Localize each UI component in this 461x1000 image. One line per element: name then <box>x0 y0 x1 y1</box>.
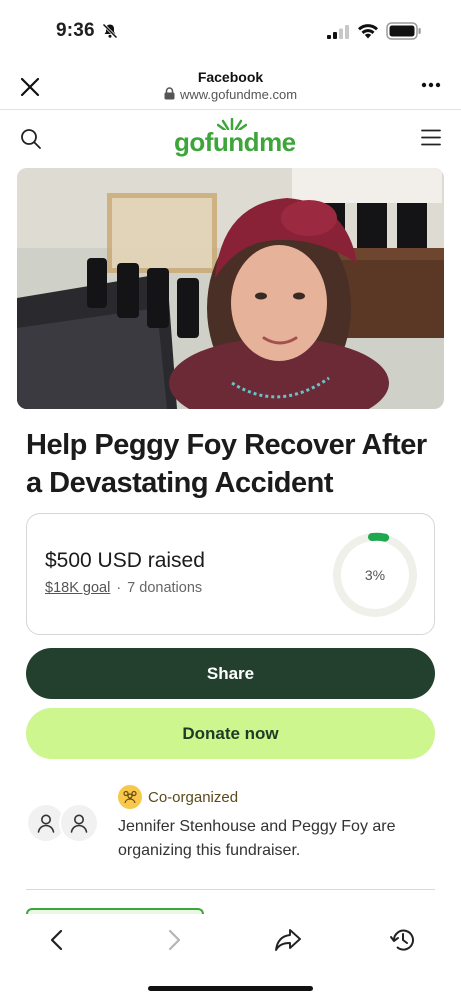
logo-text: gofundme <box>174 127 296 157</box>
gofundme-logo[interactable]: gofundme <box>174 118 296 158</box>
browser-toolbar <box>0 914 461 1000</box>
more-options-icon[interactable] <box>421 82 441 88</box>
browser-url[interactable]: www.gofundme.com <box>0 87 461 102</box>
meta-separator: · <box>116 580 122 596</box>
lock-icon <box>164 87 175 100</box>
browser-url-text: www.gofundme.com <box>179 87 298 102</box>
history-icon[interactable] <box>389 927 417 953</box>
amount-raised: $500 USD raised <box>45 549 205 572</box>
menu-icon[interactable] <box>421 129 441 146</box>
group-icon <box>118 785 142 809</box>
organizers-description: Jennifer Stenhouse and Peggy Foy are org… <box>118 818 396 859</box>
co-organized-badge: Co-organized <box>118 785 238 809</box>
goal-link[interactable]: $18K goal <box>45 580 110 596</box>
donation-count: 7 donations <box>127 580 203 596</box>
campaign-photo-illustration <box>17 168 444 409</box>
person-icon <box>37 814 55 833</box>
campaign-title: Help Peggy Foy Recover After a Devastati… <box>26 429 427 499</box>
goal-meta: $18K goal · 7 donations <box>45 580 202 596</box>
donation-stats-card: $500 USD raised $18K goal · 7 donations 3% <box>26 513 435 635</box>
signal-icon <box>327 25 349 39</box>
person-icon <box>70 814 88 833</box>
status-bar: 9:36 <box>0 0 461 62</box>
forward-icon[interactable] <box>165 929 183 951</box>
organizers-section: Co-organized Jennifer Stenhouse and Pegg… <box>26 783 446 873</box>
status-time: 9:36 <box>56 20 95 41</box>
battery-icon <box>386 22 421 40</box>
section-divider <box>26 889 435 890</box>
in-app-browser-bar: Facebook www.gofundme.com <box>0 62 461 110</box>
organizer-avatar[interactable] <box>59 803 99 843</box>
progress-percent: 3% <box>364 567 386 583</box>
home-indicator <box>148 986 313 991</box>
wifi-icon <box>358 24 378 39</box>
co-organized-label: Co-organized <box>148 788 239 806</box>
browser-title: Facebook <box>197 69 264 85</box>
site-header: gofundme <box>0 110 461 166</box>
bell-slash-icon <box>102 23 118 39</box>
search-icon[interactable] <box>20 128 42 150</box>
campaign-photo[interactable] <box>17 168 444 409</box>
share-button[interactable]: Share <box>26 648 435 699</box>
share-arrow-icon[interactable] <box>274 927 302 953</box>
back-icon[interactable] <box>48 929 66 951</box>
donate-now-button[interactable]: Donate now <box>26 708 435 759</box>
